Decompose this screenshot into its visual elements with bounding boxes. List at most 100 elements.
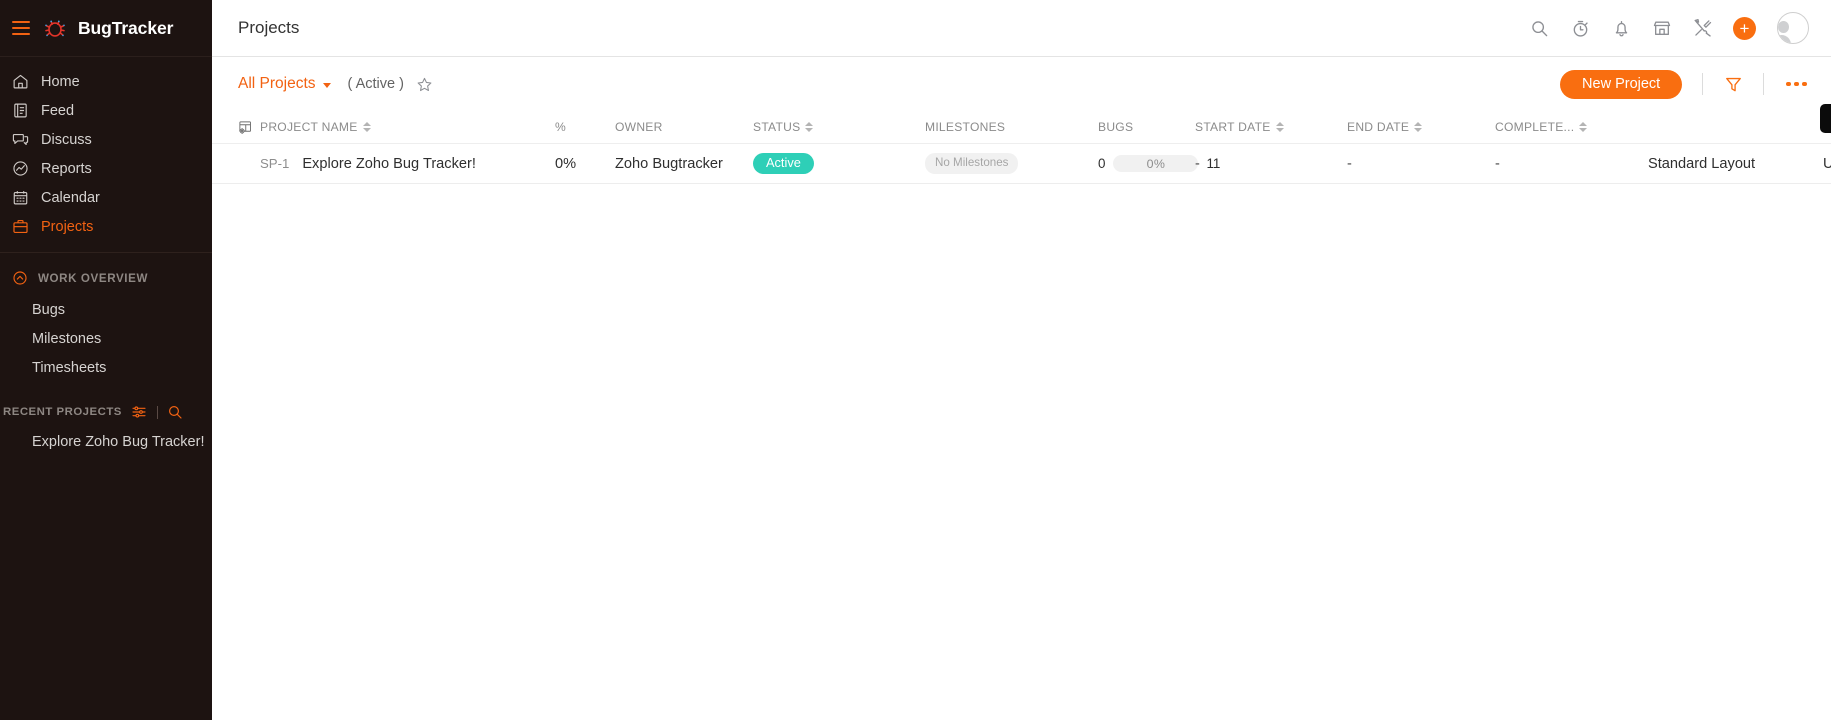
milestones-badge: No Milestones: [925, 153, 1019, 174]
sidebar-item-label: Calendar: [41, 189, 100, 206]
star-icon[interactable]: [416, 75, 434, 93]
bell-icon[interactable]: [1610, 17, 1632, 39]
sort-icon: [1275, 122, 1284, 132]
timer-icon[interactable]: [1569, 17, 1591, 39]
hamburger-icon[interactable]: [12, 20, 32, 36]
sidebar-item-home[interactable]: Home: [0, 67, 212, 96]
sidebar-item-label: Explore Zoho Bug Tracker!: [32, 434, 205, 450]
toolbar-right-actions: New Project: [1560, 69, 1809, 99]
search-icon[interactable]: [1528, 17, 1550, 39]
sidebar-item-label: Milestones: [32, 330, 102, 347]
column-header-milestones[interactable]: MILESTONES: [925, 120, 1098, 134]
marketplace-icon[interactable]: [1651, 17, 1673, 39]
cell-percent: 0%: [555, 155, 577, 172]
sidebar-section-work-overview[interactable]: WORK OVERVIEW: [0, 261, 212, 295]
section-title: WORK OVERVIEW: [38, 271, 149, 285]
divider: [156, 405, 158, 419]
status-badge: Active: [753, 152, 814, 175]
new-project-button[interactable]: New Project: [1560, 69, 1683, 99]
sidebar-item-timesheets[interactable]: Timesheets: [0, 353, 212, 382]
column-header-start-date[interactable]: START DATE: [1195, 120, 1347, 134]
sidebar-item-label: Home: [41, 73, 80, 90]
header-actions: +: [1528, 12, 1809, 44]
sidebar-item-milestones[interactable]: Milestones: [0, 324, 212, 353]
cell-status[interactable]: Active: [753, 152, 925, 175]
cell-milestones: No Milestones: [925, 153, 1098, 174]
view-selector[interactable]: All Projects: [238, 75, 331, 93]
divider: [1763, 73, 1765, 95]
avatar[interactable]: [1777, 12, 1809, 44]
project-name: Explore Zoho Bug Tracker!: [302, 155, 476, 172]
sidebar-item-bugs[interactable]: Bugs: [0, 295, 212, 324]
cell-start-date: -: [1195, 155, 1200, 172]
column-label: STATUS: [753, 120, 801, 134]
cell-group-name: Ungrou: [1823, 155, 1831, 172]
column-header-owner[interactable]: OWNER: [615, 120, 753, 134]
view-selector-label: All Projects: [238, 75, 316, 92]
cell-owner: Zoho Bugtracker: [615, 155, 723, 172]
column-label: PROJECT NAME: [260, 120, 358, 134]
column-header-completed-date[interactable]: COMPLETE...: [1495, 120, 1648, 134]
sliders-icon[interactable]: [131, 404, 148, 421]
new-project-tooltip: New Project: [1820, 104, 1831, 133]
search-icon[interactable]: [167, 404, 184, 421]
tools-icon[interactable]: [1692, 17, 1714, 39]
sidebar-item-reports[interactable]: Reports: [0, 154, 212, 183]
cell-bugs: 0 0% 11: [1098, 155, 1220, 172]
column-label: START DATE: [1195, 120, 1271, 134]
sidebar-item-label: Bugs: [32, 301, 66, 318]
chevron-down-icon: [322, 82, 331, 88]
column-header-bugs[interactable]: BUGS: [1098, 120, 1195, 134]
feed-icon: [12, 102, 29, 119]
sidebar-divider: [0, 252, 212, 253]
sidebar-header: BugTracker: [0, 0, 212, 57]
table-row[interactable]: SP-1 Explore Zoho Bug Tracker! 0% Zoho B…: [212, 144, 1831, 184]
sidebar-section-recent-projects: RECENT PROJECTS: [0, 396, 212, 428]
sidebar-item-discuss[interactable]: Discuss: [0, 125, 212, 154]
cell-project-name[interactable]: SP-1 Explore Zoho Bug Tracker!: [260, 156, 555, 172]
sidebar-nav: Home Feed Discuss Reports Calendar Proje…: [0, 57, 212, 241]
column-header-end-date[interactable]: END DATE: [1347, 120, 1495, 134]
column-label: MILESTONES: [925, 120, 1006, 134]
column-label: %: [555, 120, 567, 134]
funnel-icon[interactable]: [1723, 74, 1743, 94]
project-key: SP-1: [260, 156, 290, 171]
more-options-icon[interactable]: [1784, 78, 1809, 91]
column-label: END DATE: [1347, 120, 1410, 134]
sidebar: BugTracker Home Feed Discuss Reports Cal…: [0, 0, 212, 720]
reports-icon: [12, 160, 29, 177]
bug-icon: [43, 16, 67, 40]
status-filter-label: ( Active ): [347, 76, 404, 92]
column-settings-icon[interactable]: [238, 120, 260, 135]
projects-toolbar: All Projects ( Active ) New Project: [212, 57, 1831, 111]
calendar-icon: [12, 189, 29, 206]
sidebar-recent-project-item[interactable]: Explore Zoho Bug Tracker!: [0, 428, 212, 456]
cell-layout: Standard Layout: [1648, 155, 1756, 172]
sidebar-item-label: Feed: [41, 102, 75, 119]
sidebar-item-calendar[interactable]: Calendar: [0, 183, 212, 212]
section-title: RECENT PROJECTS: [3, 406, 122, 418]
column-header-status[interactable]: STATUS: [753, 120, 925, 134]
home-icon: [12, 73, 29, 90]
sidebar-item-label: Timesheets: [32, 359, 107, 376]
column-header-percent[interactable]: %: [555, 120, 615, 134]
sort-icon: [1414, 122, 1423, 132]
top-header: Projects +: [212, 0, 1831, 57]
sidebar-item-label: Discuss: [41, 131, 92, 148]
sidebar-item-feed[interactable]: Feed: [0, 96, 212, 125]
cell-completed-date: -: [1495, 155, 1500, 172]
sort-icon: [362, 122, 371, 132]
table-header-row: PROJECT NAME % OWNER STATUS MILESTONES B…: [212, 111, 1831, 144]
sidebar-item-label: Projects: [41, 218, 94, 235]
column-header-project-name[interactable]: PROJECT NAME: [260, 120, 555, 134]
sort-icon: [1579, 122, 1588, 132]
projects-table: PROJECT NAME % OWNER STATUS MILESTONES B…: [212, 111, 1831, 184]
add-button[interactable]: +: [1733, 16, 1756, 40]
page-title: Projects: [238, 18, 300, 37]
column-label: COMPLETE...: [1495, 120, 1575, 134]
column-label: BUGS: [1098, 120, 1134, 134]
main-content: Projects + All Projects (Active) New P…: [212, 0, 1831, 720]
sidebar-item-projects[interactable]: Projects: [0, 212, 212, 241]
divider: [1702, 73, 1704, 95]
app-root: BugTracker Home Feed Discuss Reports Cal…: [0, 0, 1831, 720]
